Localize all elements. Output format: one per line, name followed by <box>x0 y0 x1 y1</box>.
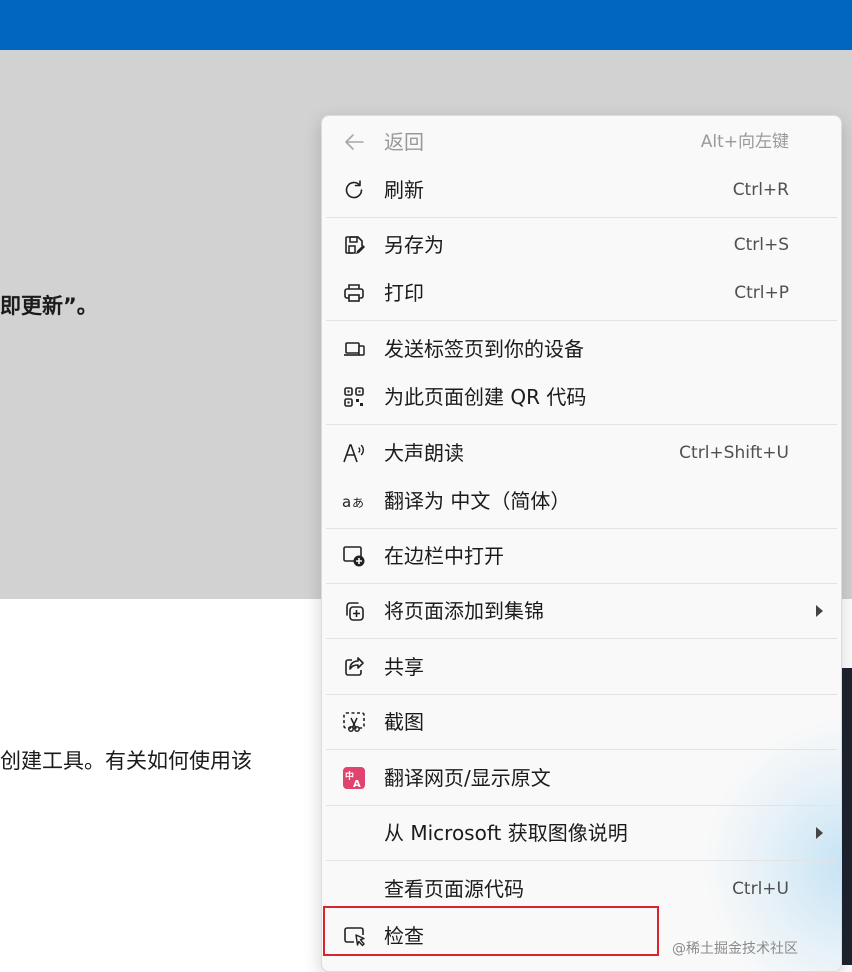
menu-item-open-in-sidebar[interactable]: 在边栏中打开 <box>322 532 841 580</box>
menu-item-label: 另存为 <box>384 233 444 257</box>
menu-item-translate-page[interactable]: 中A 翻译网页/显示原文 <box>322 754 841 802</box>
menu-separator <box>326 583 837 584</box>
menu-item-label: 从 Microsoft 获取图像说明 <box>384 821 628 845</box>
collections-add-icon <box>342 599 366 623</box>
menu-item-shortcut: Ctrl+U <box>732 879 789 899</box>
translate-icon: aあ <box>342 489 366 513</box>
translate-page-icon: 中A <box>342 766 366 790</box>
menu-item-shortcut: Alt+向左键 <box>700 132 789 152</box>
menu-item-add-to-collections[interactable]: 将页面添加到集锦 <box>322 587 841 635</box>
save-as-icon <box>342 233 366 257</box>
menu-item-shortcut: Ctrl+R <box>732 180 789 200</box>
menu-separator <box>326 860 837 861</box>
send-to-devices-icon <box>342 337 366 361</box>
svg-text:a: a <box>342 493 351 511</box>
submenu-arrow-icon <box>816 827 823 839</box>
sidebar-open-icon <box>342 544 366 568</box>
menu-item-image-descriptions[interactable]: 从 Microsoft 获取图像说明 <box>322 809 841 857</box>
menu-separator <box>326 638 837 639</box>
menu-separator <box>326 217 837 218</box>
svg-text:あ: あ <box>352 496 364 510</box>
menu-separator <box>326 424 837 425</box>
menu-item-refresh[interactable]: 刷新 Ctrl+R <box>322 166 841 214</box>
menu-item-label: 翻译网页/显示原文 <box>384 766 551 790</box>
read-aloud-icon <box>342 441 366 465</box>
menu-item-label: 发送标签页到你的设备 <box>384 337 584 361</box>
menu-item-back[interactable]: 返回 Alt+向左键 <box>322 118 841 166</box>
menu-item-label: 截图 <box>384 710 424 734</box>
menu-item-label: 在边栏中打开 <box>384 544 504 568</box>
menu-separator <box>326 694 837 695</box>
qr-code-icon <box>342 385 366 409</box>
menu-item-share[interactable]: 共享 <box>322 643 841 691</box>
menu-separator <box>326 805 837 806</box>
menu-item-send-tab[interactable]: 发送标签页到你的设备 <box>322 325 841 373</box>
menu-item-save-as[interactable]: 另存为 Ctrl+S <box>322 221 841 269</box>
submenu-arrow-icon <box>816 605 823 617</box>
menu-separator <box>326 528 837 529</box>
page-text-line-2: 创建工具。有关如何使用该 <box>0 749 252 773</box>
refresh-icon <box>342 178 366 202</box>
inspect-highlight-box <box>323 906 659 956</box>
page-text-line-1: 即更新”。 <box>0 294 98 318</box>
context-menu: 返回 Alt+向左键 刷新 Ctrl+R 另存为 Ctrl+S 打印 Ctrl+… <box>321 115 842 972</box>
menu-item-shortcut: Ctrl+Shift+U <box>679 443 789 463</box>
browser-top-bar <box>0 0 852 50</box>
menu-item-print[interactable]: 打印 Ctrl+P <box>322 269 841 317</box>
menu-separator <box>326 320 837 321</box>
menu-item-label: 共享 <box>384 655 424 679</box>
back-arrow-icon <box>342 130 366 154</box>
watermark: @稀土掘金技术社区 <box>672 941 798 957</box>
menu-item-label: 返回 <box>384 130 424 154</box>
menu-item-label: 大声朗读 <box>384 441 464 465</box>
menu-item-label: 为此页面创建 QR 代码 <box>384 385 587 409</box>
menu-separator <box>326 749 837 750</box>
menu-item-shortcut: Ctrl+P <box>734 283 789 303</box>
menu-item-shortcut: Ctrl+S <box>733 235 789 255</box>
printer-icon <box>342 281 366 305</box>
menu-item-label: 将页面添加到集锦 <box>384 599 544 623</box>
menu-item-read-aloud[interactable]: 大声朗读 Ctrl+Shift+U <box>322 429 841 477</box>
menu-item-translate-to[interactable]: aあ 翻译为 中文（简体） <box>322 477 841 525</box>
screenshot-icon <box>342 710 366 734</box>
menu-item-label: 刷新 <box>384 178 424 202</box>
menu-item-label: 打印 <box>384 281 424 305</box>
menu-item-screenshot[interactable]: 截图 <box>322 698 841 746</box>
menu-item-label: 翻译为 中文（简体） <box>384 489 571 513</box>
menu-item-qr-code[interactable]: 为此页面创建 QR 代码 <box>322 373 841 421</box>
svg-text:A: A <box>353 779 361 790</box>
share-icon <box>342 655 366 679</box>
